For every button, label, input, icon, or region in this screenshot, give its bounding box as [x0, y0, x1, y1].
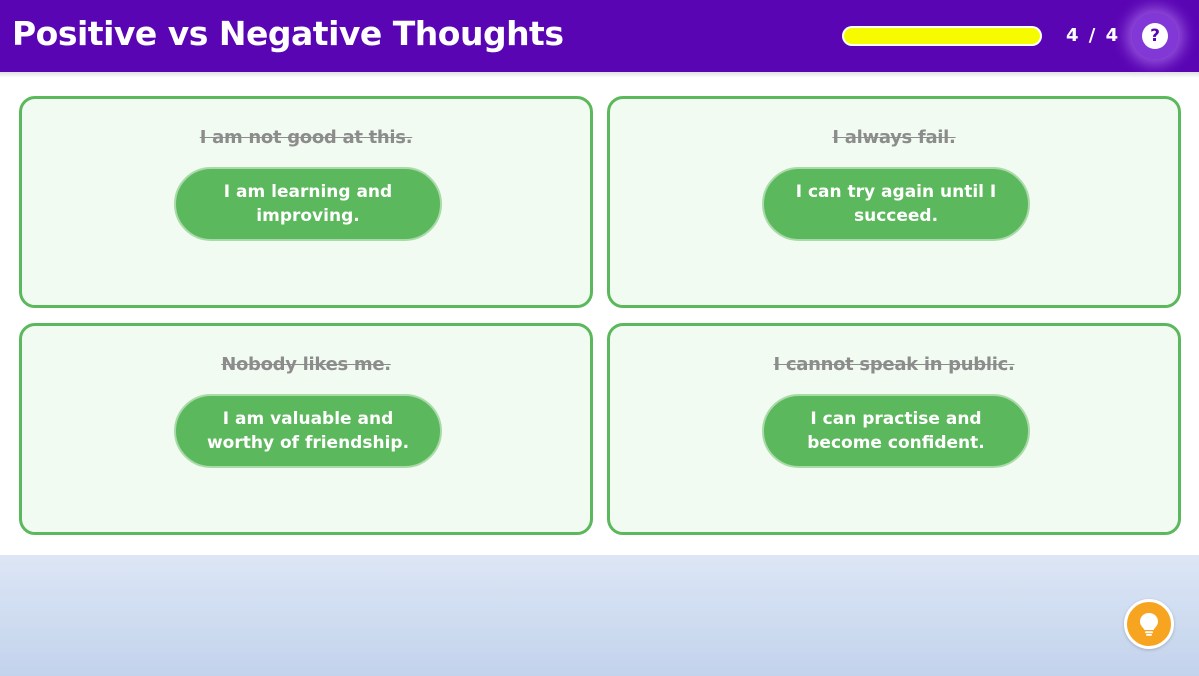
negative-thought: I am not good at this.: [199, 127, 413, 148]
lightbulb-icon: [1140, 613, 1158, 636]
negative-thought: I always fail.: [832, 127, 956, 148]
thought-card-4: I cannot speak in public. I can practise…: [607, 323, 1181, 535]
header-shadow: [0, 72, 1199, 78]
positive-thought-button[interactable]: I can practise and become confident.: [762, 394, 1030, 468]
progress-counter: 4 / 4: [1066, 25, 1121, 46]
thought-card-2: I always fail. I can try again until I s…: [607, 96, 1181, 308]
page-title: Positive vs Negative Thoughts: [12, 14, 564, 53]
hint-button[interactable]: [1124, 599, 1174, 649]
positive-thought-button[interactable]: I am learning and improving.: [174, 167, 442, 241]
footer-area: [0, 555, 1199, 676]
positive-thought-button[interactable]: I am valuable and worthy of friendship.: [174, 394, 442, 468]
progress-bar: [842, 26, 1042, 46]
negative-thought: Nobody likes me.: [221, 354, 391, 375]
help-button[interactable]: ?: [1132, 13, 1178, 59]
header-bar: Positive vs Negative Thoughts 4 / 4 ?: [0, 0, 1199, 72]
progress-fill: [844, 28, 1040, 44]
thought-card-1: I am not good at this. I am learning and…: [19, 96, 593, 308]
thought-card-3: Nobody likes me. I am valuable and worth…: [19, 323, 593, 535]
question-icon: ?: [1142, 23, 1168, 49]
negative-thought: I cannot speak in public.: [773, 354, 1015, 375]
positive-thought-button[interactable]: I can try again until I succeed.: [762, 167, 1030, 241]
